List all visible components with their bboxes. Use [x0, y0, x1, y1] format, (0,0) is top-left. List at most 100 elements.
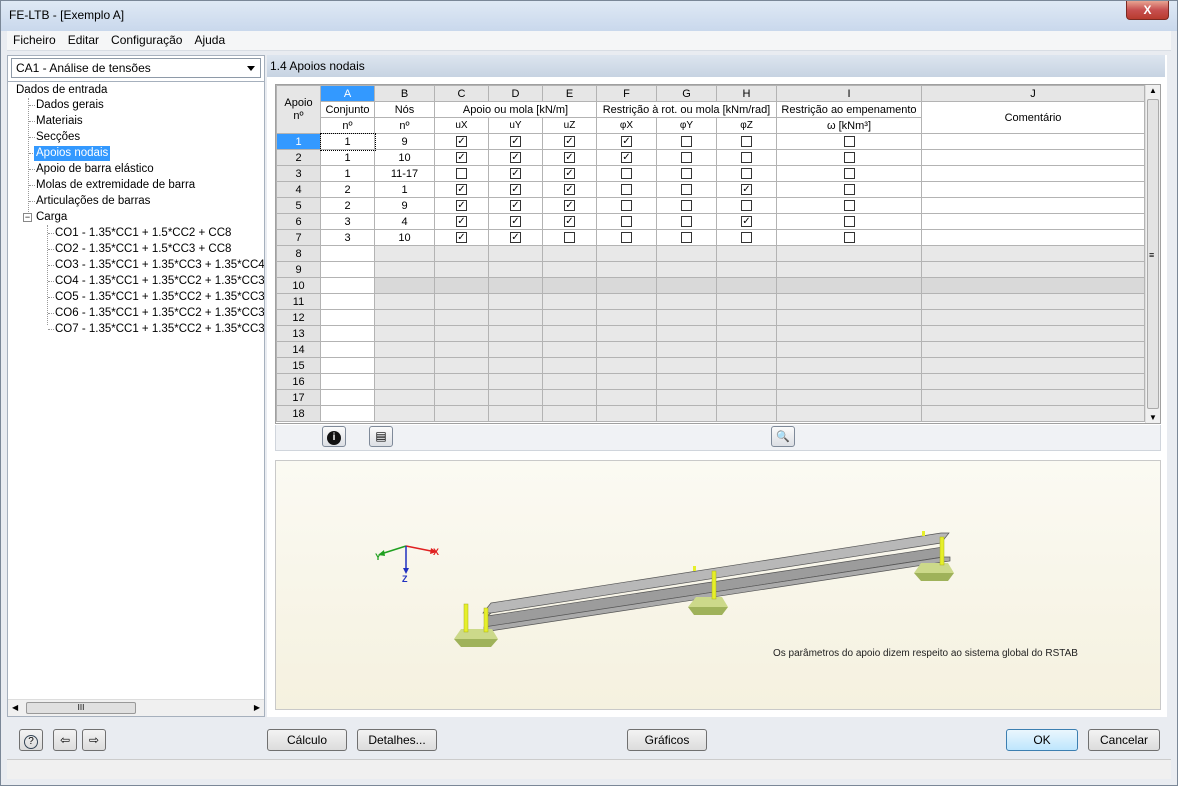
empty-cell[interactable]: [656, 341, 717, 358]
row-header[interactable]: 5: [276, 197, 321, 214]
tree-load-co1[interactable]: CO1 - 1.35*CC1 + 1.5*CC2 + CC8: [55, 226, 231, 241]
row-header[interactable]: 12: [276, 309, 321, 326]
checkbox-cell-ux[interactable]: ✓: [434, 133, 489, 150]
row-header[interactable]: 2: [276, 149, 321, 166]
empty-cell[interactable]: [434, 309, 489, 326]
checkbox[interactable]: [681, 152, 692, 164]
row-header[interactable]: 10: [276, 277, 321, 294]
checkbox[interactable]: ✓: [741, 184, 752, 196]
info-button[interactable]: i: [322, 426, 346, 447]
empty-cell[interactable]: [716, 341, 777, 358]
empty-cell[interactable]: [374, 389, 435, 406]
row-header[interactable]: 3: [276, 165, 321, 182]
empty-cell[interactable]: [716, 325, 777, 342]
empty-cell[interactable]: [434, 261, 489, 278]
checkbox-cell-uz[interactable]: ✓: [542, 213, 597, 230]
checkbox[interactable]: [681, 168, 692, 180]
col-letter-d[interactable]: D: [488, 85, 543, 102]
empty-cell[interactable]: [488, 293, 543, 310]
nodes-cell[interactable]: 10: [374, 229, 435, 246]
empty-cell[interactable]: [596, 293, 657, 310]
checkbox[interactable]: ✓: [456, 184, 467, 196]
empty-cell[interactable]: [488, 309, 543, 326]
calculo-button[interactable]: Cálculo: [267, 729, 347, 751]
ok-button[interactable]: OK: [1006, 729, 1078, 751]
checkbox-cell-pz[interactable]: [716, 133, 777, 150]
tree-load-co3[interactable]: CO3 - 1.35*CC1 + 1.35*CC3 + 1.35*CC4: [55, 258, 264, 273]
checkbox-cell-px[interactable]: ✓: [596, 149, 657, 166]
empty-cell[interactable]: [656, 309, 717, 326]
empty-cell[interactable]: [656, 357, 717, 374]
row-header[interactable]: 8: [276, 245, 321, 262]
chevron-down-icon[interactable]: [247, 66, 255, 71]
table-row[interactable]: 15: [276, 357, 1145, 374]
empty-cell[interactable]: [374, 341, 435, 358]
empty-cell[interactable]: [656, 245, 717, 262]
checkbox-cell-w[interactable]: [776, 229, 922, 246]
table-row[interactable]: 14: [276, 341, 1145, 358]
checkbox-cell-uz[interactable]: ✓: [542, 149, 597, 166]
checkbox-cell-py[interactable]: [656, 181, 717, 198]
empty-cell[interactable]: [542, 373, 597, 390]
table-row[interactable]: 16: [276, 373, 1145, 390]
empty-cell[interactable]: [374, 261, 435, 278]
empty-cell[interactable]: [542, 309, 597, 326]
nodes-cell[interactable]: 1: [374, 181, 435, 198]
checkbox-cell-pz[interactable]: ✓: [716, 181, 777, 198]
checkbox[interactable]: ✓: [564, 200, 575, 212]
empty-cell[interactable]: [374, 277, 435, 294]
empty-cell[interactable]: [716, 261, 777, 278]
row-header[interactable]: 18: [276, 405, 321, 422]
empty-cell[interactable]: [374, 293, 435, 310]
checkbox-cell-ux[interactable]: ✓: [434, 149, 489, 166]
table-row[interactable]: 10: [276, 277, 1145, 294]
empty-cell[interactable]: [596, 325, 657, 342]
empty-cell[interactable]: [596, 389, 657, 406]
empty-cell[interactable]: [434, 405, 489, 422]
tree-item-seccoes[interactable]: Secções: [36, 130, 80, 145]
checkbox-cell-px[interactable]: [596, 197, 657, 214]
empty-cell[interactable]: [542, 357, 597, 374]
checkbox-cell-ux[interactable]: ✓: [434, 197, 489, 214]
set-cell[interactable]: 1: [319, 132, 376, 151]
checkbox[interactable]: ✓: [621, 136, 632, 148]
checkbox[interactable]: [621, 168, 632, 180]
row-header[interactable]: 16: [276, 373, 321, 390]
empty-cell[interactable]: [776, 309, 922, 326]
checkbox[interactable]: [456, 168, 467, 180]
comment-cell[interactable]: [921, 229, 1145, 246]
checkbox[interactable]: ✓: [564, 152, 575, 164]
set-cell[interactable]: 1: [320, 165, 375, 182]
checkbox[interactable]: ✓: [456, 232, 467, 244]
empty-cell[interactable]: [434, 357, 489, 374]
empty-cell[interactable]: [488, 357, 543, 374]
set-cell[interactable]: 3: [320, 229, 375, 246]
col-letter-f[interactable]: F: [596, 85, 657, 102]
empty-cell[interactable]: [542, 261, 597, 278]
col-letter-h[interactable]: H: [716, 85, 777, 102]
empty-cell[interactable]: [716, 309, 777, 326]
comment-cell[interactable]: [921, 165, 1145, 182]
checkbox[interactable]: ✓: [456, 136, 467, 148]
checkbox[interactable]: [564, 232, 575, 244]
table-row[interactable]: 3 1 11-17 ✓ ✓: [276, 165, 1145, 182]
scroll-thumb[interactable]: III: [26, 702, 136, 714]
col-letter-e[interactable]: E: [542, 85, 597, 102]
set-cell[interactable]: 3: [320, 213, 375, 230]
scroll-down-icon[interactable]: ▼: [1149, 413, 1157, 422]
checkbox-cell-uz[interactable]: ✓: [542, 197, 597, 214]
checkbox[interactable]: ✓: [510, 232, 521, 244]
checkbox[interactable]: [843, 152, 855, 164]
checkbox[interactable]: [681, 200, 692, 212]
checkbox[interactable]: ✓: [564, 184, 575, 196]
checkbox[interactable]: [621, 200, 632, 212]
checkbox[interactable]: [681, 184, 692, 196]
checkbox-cell-px[interactable]: ✓: [596, 133, 657, 150]
checkbox[interactable]: ✓: [456, 200, 467, 212]
row-header[interactable]: 6: [276, 213, 321, 230]
previous-button[interactable]: ⇦: [53, 729, 77, 751]
checkbox-cell-uy[interactable]: ✓: [488, 213, 543, 230]
nodes-cell[interactable]: 11-17: [374, 165, 435, 182]
checkbox-cell-uy[interactable]: ✓: [488, 197, 543, 214]
checkbox[interactable]: ✓: [564, 136, 575, 148]
